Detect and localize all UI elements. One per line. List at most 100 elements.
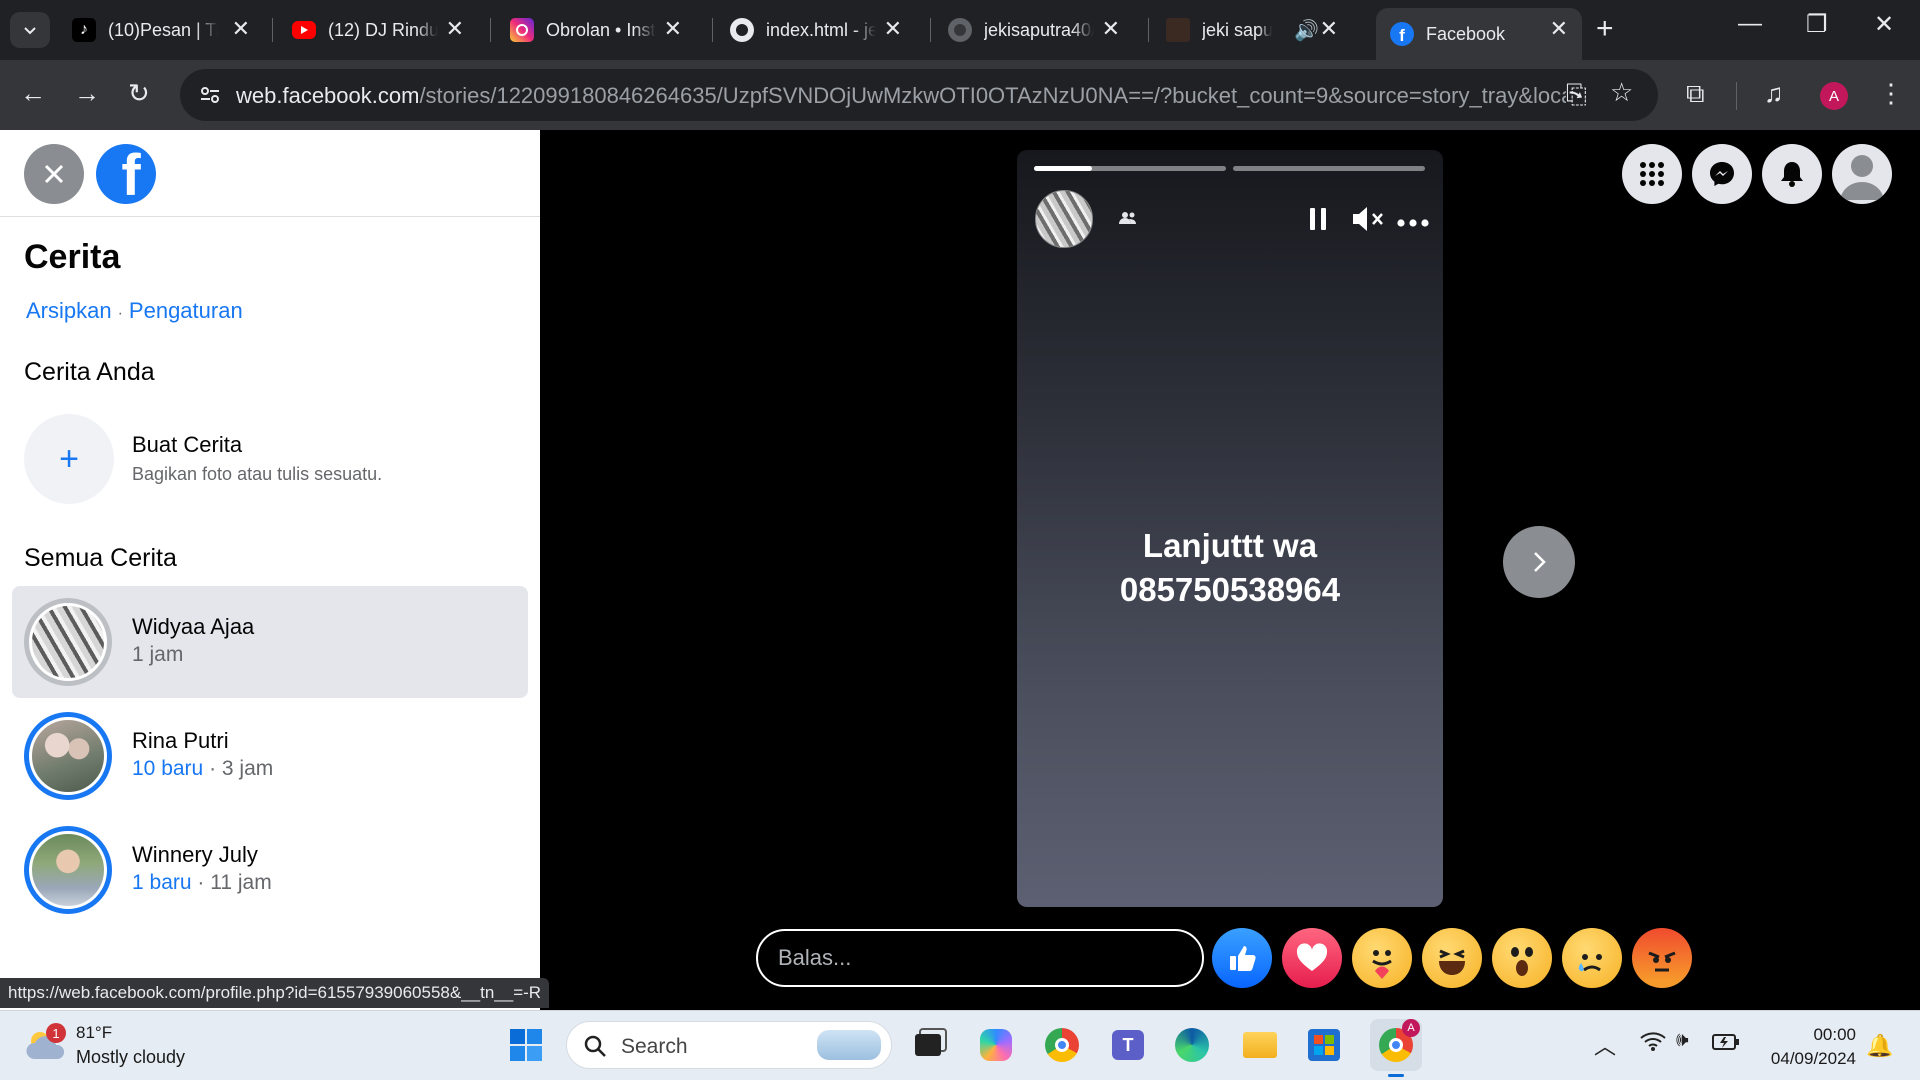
story-author-name: Widyaa Ajaa: [132, 614, 255, 639]
story-author-avatar[interactable]: [1035, 190, 1093, 248]
story-meta: 1 baru · 11 jam: [132, 871, 272, 895]
search-highlight-icon: [817, 1030, 881, 1060]
haha-reaction-icon[interactable]: [1422, 928, 1482, 988]
your-story-heading: Cerita Anda: [24, 358, 155, 386]
close-story-button[interactable]: [24, 144, 84, 204]
love-reaction-icon[interactable]: [1282, 928, 1342, 988]
extensions-icon[interactable]: ⧉: [1686, 78, 1705, 110]
url-host: web.facebook.com: [236, 83, 420, 108]
file-explorer-icon[interactable]: [1240, 1025, 1280, 1065]
tab-github-index[interactable]: index.html - je ✕: [716, 8, 916, 52]
archive-link[interactable]: Arsipkan: [26, 298, 112, 323]
care-reaction-icon[interactable]: [1352, 928, 1412, 988]
more-options-icon[interactable]: [1397, 214, 1429, 232]
microsoft-store-icon[interactable]: [1304, 1025, 1344, 1065]
address-bar[interactable]: web.facebook.com/stories/122099180846264…: [180, 69, 1658, 121]
chrome-menu-icon[interactable]: ⋮: [1878, 78, 1904, 109]
new-count: 1 baru: [132, 871, 192, 894]
messenger-button[interactable]: [1692, 144, 1752, 204]
close-tab-icon[interactable]: ✕: [1320, 18, 1338, 40]
start-button[interactable]: [506, 1025, 546, 1065]
plus-icon[interactable]: +: [24, 414, 114, 504]
story-card[interactable]: Lanjuttt wa 085750538964: [1017, 150, 1443, 907]
close-tab-icon[interactable]: ✕: [232, 18, 250, 40]
tab-tiktok[interactable]: ♪ (10)Pesan | TikTok ✕: [58, 8, 264, 52]
settings-link[interactable]: Pengaturan: [129, 298, 243, 323]
tab-search-button[interactable]: [10, 12, 50, 48]
chrome-profile-taskbar-icon[interactable]: A: [1370, 1019, 1422, 1077]
tab-separator: [1148, 18, 1149, 42]
next-story-button[interactable]: [1503, 526, 1575, 598]
avatar: [24, 712, 112, 800]
pause-icon[interactable]: [1307, 206, 1329, 237]
close-tab-icon[interactable]: ✕: [446, 18, 464, 40]
back-icon[interactable]: ←: [20, 78, 46, 108]
avatar: [24, 826, 112, 914]
site-settings-icon[interactable]: [198, 83, 222, 112]
tab-youtube[interactable]: (12) DJ Rindu ✕: [278, 8, 478, 52]
progress-bar: [1233, 166, 1425, 171]
battery-icon[interactable]: [1712, 1033, 1740, 1056]
close-window-icon[interactable]: ✕: [1874, 10, 1894, 39]
profile-avatar[interactable]: A: [1820, 82, 1848, 110]
new-count: 10 baru: [132, 757, 204, 780]
tiktok-icon: ♪: [72, 18, 96, 42]
clock-date: 04/09/2024: [1770, 1049, 1856, 1068]
tab-instagram[interactable]: Obrolan • Instagram ✕: [496, 8, 696, 52]
tab-github-repo[interactable]: jekisaputra40/ ✕: [934, 8, 1134, 52]
edge-icon[interactable]: [1172, 1025, 1212, 1065]
taskbar-search[interactable]: Search: [566, 1021, 892, 1069]
story-item-rina[interactable]: Rina Putri 10 baru · 3 jam: [12, 700, 528, 812]
account-avatar[interactable]: [1832, 144, 1892, 204]
like-reaction-icon[interactable]: [1212, 928, 1272, 988]
url-text[interactable]: web.facebook.com/stories/122099180846264…: [236, 83, 1566, 109]
notification-bell-icon[interactable]: 🔔: [1866, 1033, 1893, 1059]
copilot-icon[interactable]: [976, 1025, 1016, 1065]
url-path: /stories/122099180846264635/UzpfSVNDOjUw…: [419, 83, 1566, 108]
wifi-icon[interactable]: [1640, 1031, 1666, 1056]
volume-icon[interactable]: 🕪: [1676, 1029, 1689, 1052]
browser-toolbar: ← → ↻ web.facebook.com/stories/122099180…: [0, 60, 1920, 130]
tab-separator: [272, 18, 273, 42]
user-icon: [1840, 155, 1884, 200]
close-tab-icon[interactable]: ✕: [664, 18, 682, 40]
task-view-icon[interactable]: [908, 1025, 948, 1065]
bookmark-star-icon[interactable]: ☆: [1610, 77, 1633, 108]
weather-badge: 1: [46, 1023, 66, 1043]
teams-icon[interactable]: T: [1108, 1025, 1148, 1065]
weather-widget[interactable]: 1: [24, 1023, 68, 1068]
wow-reaction-icon[interactable]: [1492, 928, 1552, 988]
page-title: Cerita: [24, 238, 121, 276]
active-indicator: [1388, 1074, 1404, 1077]
reload-icon[interactable]: ↻: [128, 78, 150, 108]
clock[interactable]: 00:00 04/09/2024: [1760, 1023, 1856, 1071]
notifications-button[interactable]: [1762, 144, 1822, 204]
story-viewer: Lanjuttt wa 085750538964: [540, 130, 1920, 1010]
speaker-icon[interactable]: 🔊: [1294, 18, 1319, 43]
tab-channel[interactable]: jeki saputra 🔊 ✕: [1152, 8, 1352, 52]
facebook-logo[interactable]: f: [96, 144, 156, 204]
restore-icon[interactable]: ❐: [1806, 10, 1828, 39]
close-tab-icon[interactable]: ✕: [1550, 18, 1568, 40]
new-tab-icon[interactable]: +: [1596, 14, 1614, 44]
sad-reaction-icon[interactable]: [1562, 928, 1622, 988]
angry-reaction-icon[interactable]: [1632, 928, 1692, 988]
close-tab-icon[interactable]: ✕: [884, 18, 902, 40]
chevron-up-icon[interactable]: ︿: [1594, 1029, 1616, 1061]
all-stories-heading: Semua Cerita: [24, 544, 177, 572]
media-control-icon[interactable]: ♫: [1764, 78, 1784, 109]
install-app-icon[interactable]: ⎘: [1566, 79, 1587, 111]
story-item-widyaa[interactable]: Widyaa Ajaa 1 jam: [12, 586, 528, 698]
close-tab-icon[interactable]: ✕: [1102, 18, 1120, 40]
stories-sidebar: f Cerita Arsipkan · Pengaturan Cerita Anda…: [0, 130, 540, 1010]
menu-grid-button[interactable]: [1622, 144, 1682, 204]
forward-icon[interactable]: →: [74, 78, 100, 108]
tab-title: (12) DJ Rindu: [328, 19, 438, 40]
reply-input[interactable]: [756, 929, 1204, 987]
mute-icon[interactable]: [1351, 204, 1385, 239]
story-item-winnery[interactable]: Winnery July 1 baru · 11 jam: [12, 814, 528, 926]
chrome-taskbar-icon[interactable]: [1042, 1025, 1082, 1065]
story-time: · 11 jam: [191, 871, 272, 894]
minimize-icon[interactable]: —: [1738, 10, 1762, 38]
tab-facebook[interactable]: f Facebook ✕: [1376, 8, 1582, 60]
